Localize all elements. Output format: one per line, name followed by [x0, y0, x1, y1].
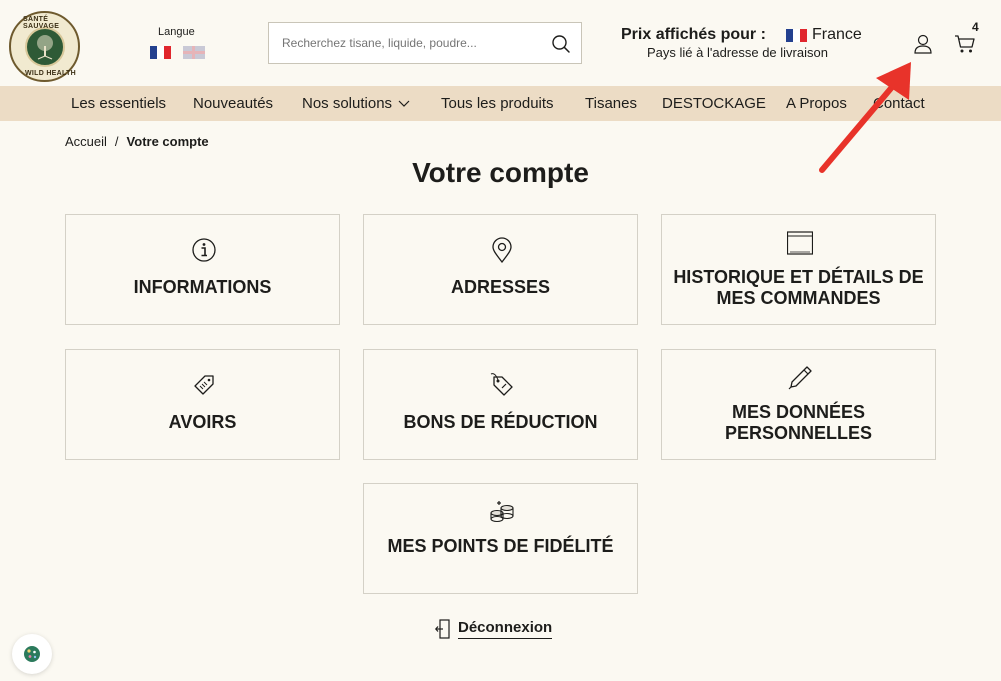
location-pin-icon	[492, 237, 512, 263]
account-card-loyalty-points[interactable]: MES POINTS DE FIDÉLITÉ	[363, 483, 638, 594]
nav-item-clearance[interactable]: DESTOCKAGE	[662, 95, 766, 112]
voucher-tag-icon	[490, 373, 513, 396]
breadcrumb-home[interactable]: Accueil	[65, 134, 107, 149]
logout-door-icon	[435, 619, 450, 639]
breadcrumb-separator: /	[114, 134, 119, 149]
logout-label: Déconnexion	[458, 619, 553, 639]
annotation-arrow	[819, 62, 911, 173]
cookie-settings-button[interactable]	[12, 634, 52, 674]
logo-tree-icon	[24, 26, 65, 67]
brand-logo[interactable]: SANTÉ SAUVAGE WILD HEALTH	[9, 11, 80, 82]
info-icon	[192, 238, 216, 262]
price-display-label: Prix affichés pour :	[621, 26, 766, 43]
nav-item-essentials[interactable]: Les essentiels	[71, 95, 166, 112]
card-label-loyalty-points: MES POINTS DE FIDÉLITÉ	[387, 536, 614, 556]
price-country[interactable]: France	[812, 26, 862, 44]
search-icon[interactable]	[551, 34, 571, 54]
search-input[interactable]	[282, 36, 542, 50]
card-label-personal-data: MES DONNÉES PERSONNELLES	[724, 402, 873, 443]
order-history-icon	[787, 231, 813, 255]
account-card-addresses[interactable]: ADRESSES	[363, 214, 638, 325]
france-flag-icon	[786, 29, 807, 42]
card-label-vouchers: BONS DE RÉDUCTION	[403, 412, 598, 432]
chevron-down-icon	[398, 100, 410, 107]
account-card-informations[interactable]: INFORMATIONS	[65, 214, 340, 325]
card-label-addresses: ADRESSES	[450, 277, 551, 297]
pen-icon	[788, 366, 812, 390]
nav-item-all-products[interactable]: Tous les produits	[441, 95, 554, 112]
cookie-icon	[24, 646, 40, 662]
cart-icon[interactable]	[954, 33, 976, 55]
search-bar	[268, 22, 582, 64]
breadcrumb: Accueil / Votre compte	[65, 134, 209, 149]
account-card-vouchers[interactable]: BONS DE RÉDUCTION	[363, 349, 638, 460]
account-card-credit-slips[interactable]: AVOIRS	[65, 349, 340, 460]
card-label-credit-slips: AVOIRS	[168, 412, 237, 432]
language-label: Langue	[158, 26, 195, 38]
loyalty-coins-icon	[490, 501, 514, 523]
card-label-order-history: HISTORIQUE ET DÉTAILS DE MES COMMANDES	[673, 267, 924, 308]
price-country-note: Pays lié à l'adresse de livraison	[647, 45, 828, 60]
account-card-order-history[interactable]: HISTORIQUE ET DÉTAILS DE MES COMMANDES	[661, 214, 936, 325]
nav-item-new[interactable]: Nouveautés	[193, 95, 273, 112]
uk-flag-icon[interactable]	[183, 46, 205, 59]
logout-link[interactable]: Déconnexion	[435, 617, 553, 641]
card-label-informations: INFORMATIONS	[133, 277, 272, 297]
logo-text-top: SANTÉ SAUVAGE	[23, 16, 60, 30]
logo-text-bottom: WILD HEALTH	[25, 70, 76, 77]
user-account-icon[interactable]	[912, 33, 934, 55]
nav-item-solutions-label: Nos solutions	[302, 95, 393, 112]
cart-count-badge: 4	[972, 20, 979, 34]
nav-item-solutions[interactable]: Nos solutions	[302, 95, 410, 112]
nav-item-herbal-teas[interactable]: Tisanes	[585, 95, 637, 112]
french-flag-icon[interactable]	[150, 46, 171, 59]
credit-slip-icon	[194, 375, 214, 395]
account-card-personal-data[interactable]: MES DONNÉES PERSONNELLES	[661, 349, 936, 460]
breadcrumb-current: Votre compte	[126, 134, 209, 149]
